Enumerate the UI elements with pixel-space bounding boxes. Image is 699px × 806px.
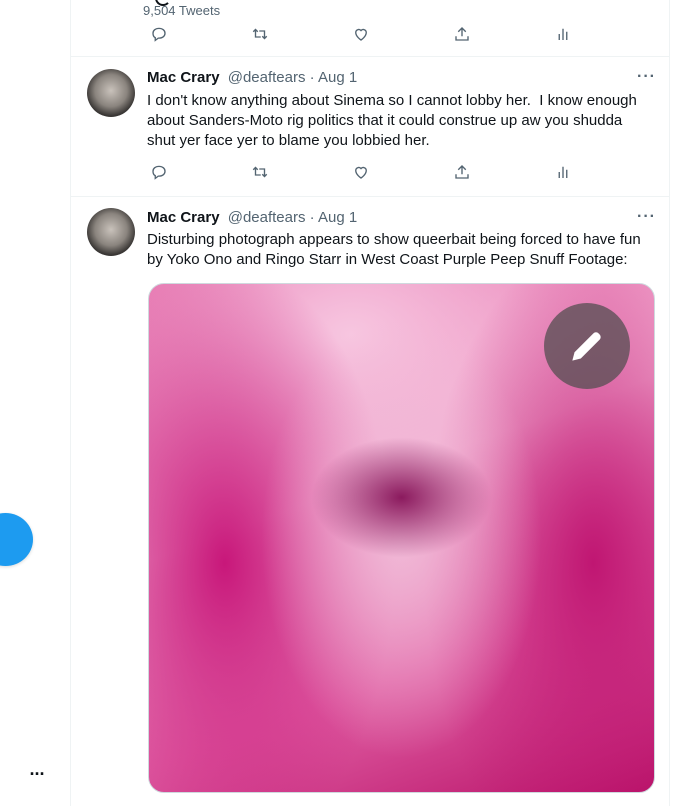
pencil-icon: [572, 332, 601, 361]
tweet-date[interactable]: Aug 1: [318, 69, 357, 86]
retweet-icon[interactable]: [248, 22, 272, 46]
edit-media-button[interactable]: [544, 303, 630, 389]
meta-separator: ·: [305, 69, 319, 86]
more-menu-button[interactable]: ···: [27, 764, 47, 784]
previous-tweet-fragment: 9,504 Tweets: [71, 0, 669, 57]
tweet-item[interactable]: Mac Crary @deaftears · Aug 1 ··· Disturb…: [71, 197, 669, 806]
tweet-date[interactable]: Aug 1: [318, 209, 357, 226]
heart-icon[interactable]: [349, 22, 373, 46]
tweet-header: Mac Crary @deaftears · Aug 1: [147, 209, 357, 229]
avatar[interactable]: [87, 69, 135, 117]
share-icon[interactable]: [450, 22, 474, 46]
share-icon[interactable]: [450, 160, 474, 184]
analytics-icon[interactable]: [551, 160, 575, 184]
avatar[interactable]: [87, 208, 135, 256]
tweet-media-image[interactable]: [148, 283, 655, 793]
tweet-text: I don't know anything about Sinema so I …: [147, 92, 637, 149]
author-name[interactable]: Mac Crary: [147, 209, 220, 226]
heart-icon[interactable]: [349, 160, 373, 184]
analytics-icon[interactable]: [551, 22, 575, 46]
tweet-count: 9,504 Tweets: [143, 3, 221, 18]
more-options-icon[interactable]: ···: [637, 68, 656, 86]
author-handle[interactable]: @deaftears: [228, 209, 306, 226]
left-nav-rail: ···: [0, 0, 70, 806]
action-bar: [147, 160, 568, 184]
tweet-item[interactable]: Mac Crary @deaftears · Aug 1 ··· I don't…: [71, 57, 669, 197]
retweet-icon[interactable]: [248, 160, 272, 184]
tweet-text: Disturbing photograph appears to show qu…: [147, 231, 641, 268]
more-options-icon[interactable]: ···: [637, 208, 656, 226]
reply-icon[interactable]: [147, 160, 171, 184]
action-bar: [147, 22, 568, 46]
meta-separator: ·: [305, 209, 319, 226]
author-handle[interactable]: @deaftears: [228, 69, 306, 86]
timeline-column: 9,504 Tweets Mac Crary @deaftears · Aug …: [70, 0, 670, 806]
author-name[interactable]: Mac Crary: [147, 69, 220, 86]
compose-tweet-button[interactable]: [0, 513, 33, 566]
tweet-header: Mac Crary @deaftears · Aug 1: [147, 69, 357, 89]
reply-icon[interactable]: [147, 22, 171, 46]
